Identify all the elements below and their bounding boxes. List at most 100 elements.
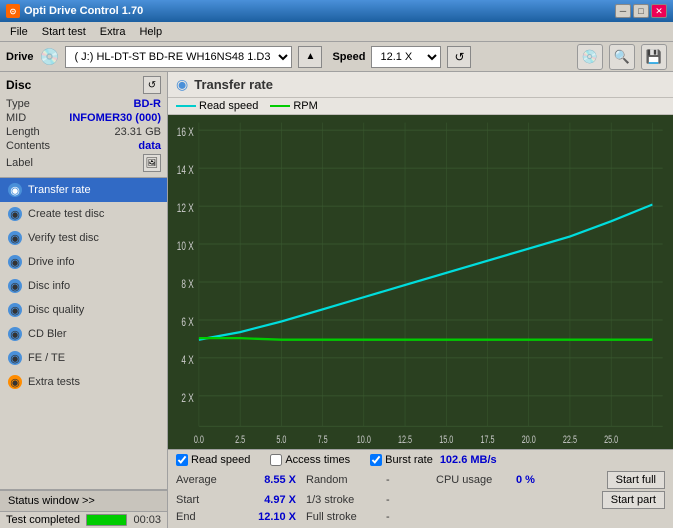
stat-start-label: Start — [176, 494, 236, 506]
nav-icon-disc-info: ◉ — [8, 279, 22, 293]
eject-button[interactable]: ▲ — [298, 46, 322, 68]
menu-start-test[interactable]: Start test — [36, 24, 92, 40]
svg-text:14 X: 14 X — [177, 165, 194, 178]
stat-row-end: End 12.10 X Full stroke - — [176, 510, 665, 524]
svg-text:10 X: 10 X — [177, 241, 194, 254]
nav-item-disc-info[interactable]: ◉ Disc info — [0, 274, 167, 298]
minimize-button[interactable]: ─ — [615, 4, 631, 18]
nav-label-fe-te: FE / TE — [28, 352, 65, 364]
stat-average-label: Average — [176, 474, 236, 486]
refresh-speed-button[interactable]: ↺ — [447, 46, 471, 68]
svg-text:6 X: 6 X — [181, 317, 193, 330]
nav-label-verify-test-disc: Verify test disc — [28, 232, 99, 244]
nav-label-transfer-rate: Transfer rate — [28, 184, 91, 196]
status-window-label: Status window >> — [8, 495, 95, 507]
cb-burst-rate-label: Burst rate — [385, 454, 433, 466]
stat-full-stroke-label: Full stroke — [306, 511, 386, 523]
nav-icon-transfer-rate: ◉ — [8, 183, 22, 197]
svg-text:22.5: 22.5 — [563, 434, 577, 446]
stat-end-label: End — [176, 511, 236, 523]
legend-read-speed: Read speed — [176, 100, 258, 112]
stat-start-val: 4.97 X — [236, 494, 296, 506]
svg-text:8 X: 8 X — [181, 279, 193, 292]
stat-average-val: 8.55 X — [236, 474, 296, 486]
stat-cpu-val: 0 % — [516, 474, 576, 486]
nav-item-fe-te[interactable]: ◉ FE / TE — [0, 346, 167, 370]
nav-item-drive-info[interactable]: ◉ Drive info — [0, 250, 167, 274]
stat-1-3-stroke-label: 1/3 stroke — [306, 494, 386, 506]
legend-rpm: RPM — [270, 100, 317, 112]
stat-row-start: Start 4.97 X 1/3 stroke - Start part — [176, 490, 665, 510]
drive-icon: 💿 — [40, 47, 60, 67]
speed-select[interactable]: 12.1 X — [371, 46, 441, 68]
chart-legend: Read speed RPM — [168, 98, 673, 115]
checkbox-access-times[interactable] — [270, 454, 282, 466]
nav-item-extra-tests[interactable]: ◉ Extra tests — [0, 370, 167, 394]
svg-text:4 X: 4 X — [181, 355, 193, 368]
disc-title: Disc — [6, 78, 31, 92]
nav-label-extra-tests: Extra tests — [28, 376, 80, 388]
stat-cpu-label: CPU usage — [436, 474, 516, 486]
nav-item-transfer-rate[interactable]: ◉ Transfer rate — [0, 178, 167, 202]
svg-text:2 X: 2 X — [181, 393, 193, 406]
start-full-button[interactable]: Start full — [607, 471, 665, 489]
nav-label-cd-bler: CD Bler — [28, 328, 67, 340]
disc-refresh-button[interactable]: ↺ — [143, 76, 161, 94]
drive-select[interactable]: ( J:) HL-DT-ST BD-RE WH16NS48 1.D3 — [65, 46, 292, 68]
nav-label-disc-info: Disc info — [28, 280, 70, 292]
disc-panel: Disc ↺ Type BD-R MID INFOMER30 (000) Len… — [0, 72, 167, 178]
disc-type-value: BD-R — [134, 98, 162, 110]
test-progress-fill — [87, 515, 126, 525]
disc-mid-label: MID — [6, 112, 26, 124]
cb-access-times-label: Access times — [285, 454, 350, 466]
nav-icon-drive-info: ◉ — [8, 255, 22, 269]
svg-text:20.0: 20.0 — [522, 434, 536, 446]
svg-text:16 X: 16 X — [177, 127, 194, 140]
nav-item-disc-quality[interactable]: ◉ Disc quality — [0, 298, 167, 322]
test-time: 00:03 — [133, 514, 161, 526]
burst-rate-value: 102.6 MB/s — [440, 454, 497, 466]
nav-label-disc-quality: Disc quality — [28, 304, 84, 316]
test-completed-label: Test completed — [6, 514, 80, 526]
disc-type-label: Type — [6, 98, 30, 110]
checkbox-burst-rate[interactable] — [370, 454, 382, 466]
legend-rpm-label: RPM — [293, 100, 317, 112]
checkbox-read-speed[interactable] — [176, 454, 188, 466]
disc-icon-button[interactable]: 💿 — [577, 44, 603, 70]
maximize-button[interactable]: □ — [633, 4, 649, 18]
chart-icon: ◉ — [176, 76, 188, 93]
start-part-button[interactable]: Start part — [602, 491, 665, 509]
nav-item-verify-test-disc[interactable]: ◉ Verify test disc — [0, 226, 167, 250]
svg-text:2.5: 2.5 — [235, 434, 245, 446]
content-area: ◉ Transfer rate Read speed RPM — [168, 72, 673, 528]
menu-file[interactable]: File — [4, 24, 34, 40]
app-title: Opti Drive Control 1.70 — [24, 5, 143, 17]
nav-items: ◉ Transfer rate ◉ Create test disc ◉ Ver… — [0, 178, 167, 489]
nav-icon-disc-quality: ◉ — [8, 303, 22, 317]
svg-text:0.0: 0.0 — [194, 434, 204, 446]
nav-icon-verify-test-disc: ◉ — [8, 231, 22, 245]
legend-color-rpm — [270, 105, 290, 107]
close-button[interactable]: ✕ — [651, 4, 667, 18]
sidebar: Disc ↺ Type BD-R MID INFOMER30 (000) Len… — [0, 72, 168, 528]
main-layout: Disc ↺ Type BD-R MID INFOMER30 (000) Len… — [0, 72, 673, 528]
test-completed-row: Test completed 00:03 — [0, 512, 167, 528]
chart-header: ◉ Transfer rate — [168, 72, 673, 98]
disc-length-label: Length — [6, 126, 40, 138]
nav-item-cd-bler[interactable]: ◉ CD Bler — [0, 322, 167, 346]
chart-title: Transfer rate — [194, 77, 273, 92]
cb-burst-rate: Burst rate 102.6 MB/s — [370, 454, 497, 466]
cb-read-speed: Read speed — [176, 454, 250, 466]
status-window-button[interactable]: Status window >> — [0, 490, 167, 512]
disc-label-button[interactable]: 🖼 — [143, 154, 161, 172]
drive-label: Drive — [6, 51, 34, 63]
svg-text:15.0: 15.0 — [439, 434, 453, 446]
speed-label: Speed — [332, 51, 365, 63]
scan-button[interactable]: 🔍 — [609, 44, 635, 70]
disc-mid-value: INFOMER30 (000) — [69, 112, 161, 124]
app-icon: ⊙ — [6, 4, 20, 18]
nav-item-create-test-disc[interactable]: ◉ Create test disc — [0, 202, 167, 226]
menu-extra[interactable]: Extra — [94, 24, 132, 40]
menu-help[interactable]: Help — [133, 24, 168, 40]
save-button[interactable]: 💾 — [641, 44, 667, 70]
